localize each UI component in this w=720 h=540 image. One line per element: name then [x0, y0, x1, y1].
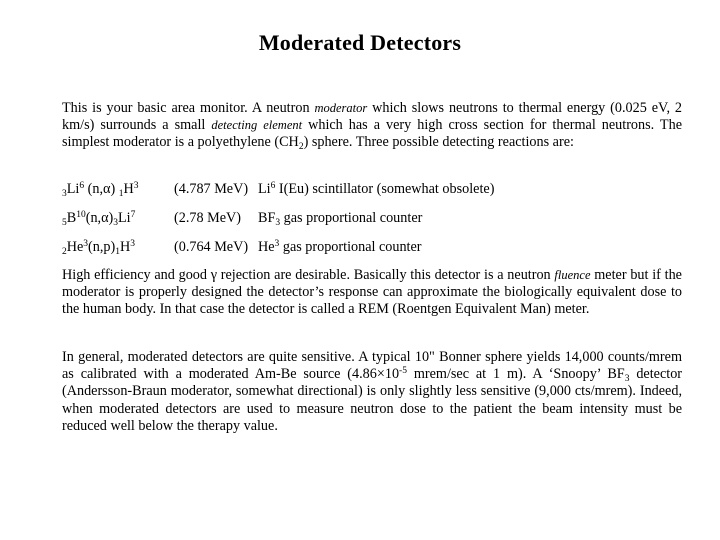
intro-text: This is your basic area monitor. A neutr… [62, 100, 315, 116]
detector-desc: gas proportional counter [279, 239, 422, 255]
term-detecting: detecting [211, 118, 258, 133]
reaction-channel: (n,α) [85, 210, 114, 226]
element: H [119, 239, 131, 255]
detector-name: BF [258, 210, 276, 226]
reaction-energy: (4.787 MeV) [174, 181, 249, 197]
reaction-energy: (2.78 MeV) [174, 210, 241, 226]
element: H [123, 181, 134, 197]
term-element: element [263, 118, 303, 133]
intro-text: ) sphere. Three possible detecting react… [303, 134, 574, 151]
reaction-description: BF3 gas proportional counter [258, 210, 423, 228]
element: Li [66, 181, 80, 197]
detector-name: Li [258, 181, 271, 197]
term-fluence: fluence [554, 268, 591, 282]
mass-number: 3 [133, 181, 139, 191]
slide-title: Moderated Detectors [258, 30, 462, 55]
intro-paragraph: This is your basic area monitor. A neutr… [62, 100, 682, 152]
mass-number: 10 [76, 210, 86, 220]
efficiency-paragraph: High efficiency and good γ rejection are… [62, 267, 682, 319]
reaction-energy: (0.764 MeV) [174, 239, 249, 255]
reaction-channel: (n,α) [84, 181, 119, 197]
reaction-description: Li6 I(Eu) scintillator (somewhat obsolet… [258, 181, 494, 198]
sensitivity-text: mrem/sec at 1 m). A ‘Snoopy’ BF [406, 366, 625, 383]
detector-name: He [258, 239, 275, 255]
reaction-equation: 5B10(n,α)3Li7 [62, 210, 136, 228]
reaction-equation: 3Li6 (n,α) 1H3 [62, 181, 139, 199]
detector-desc: I(Eu) scintillator (somewhat obsolete) [275, 181, 495, 197]
mass-number: 3 [130, 239, 135, 249]
detector-desc: gas proportional counter [280, 210, 423, 226]
mass-number: 7 [130, 210, 136, 220]
reaction-description: He3 gas proportional counter [258, 239, 422, 256]
reaction-channel: (n,p) [88, 239, 116, 255]
efficiency-text: High efficiency and good γ rejection are… [62, 267, 555, 283]
element: B [66, 210, 77, 226]
element: Li [118, 210, 131, 226]
exponent: -5 [399, 366, 407, 377]
reaction-equation: 2He3(n,p)1H3 [62, 239, 135, 257]
element: He [66, 239, 84, 255]
term-moderator: moderator [314, 101, 368, 115]
sensitivity-paragraph: In general, moderated detectors are quit… [62, 349, 682, 435]
